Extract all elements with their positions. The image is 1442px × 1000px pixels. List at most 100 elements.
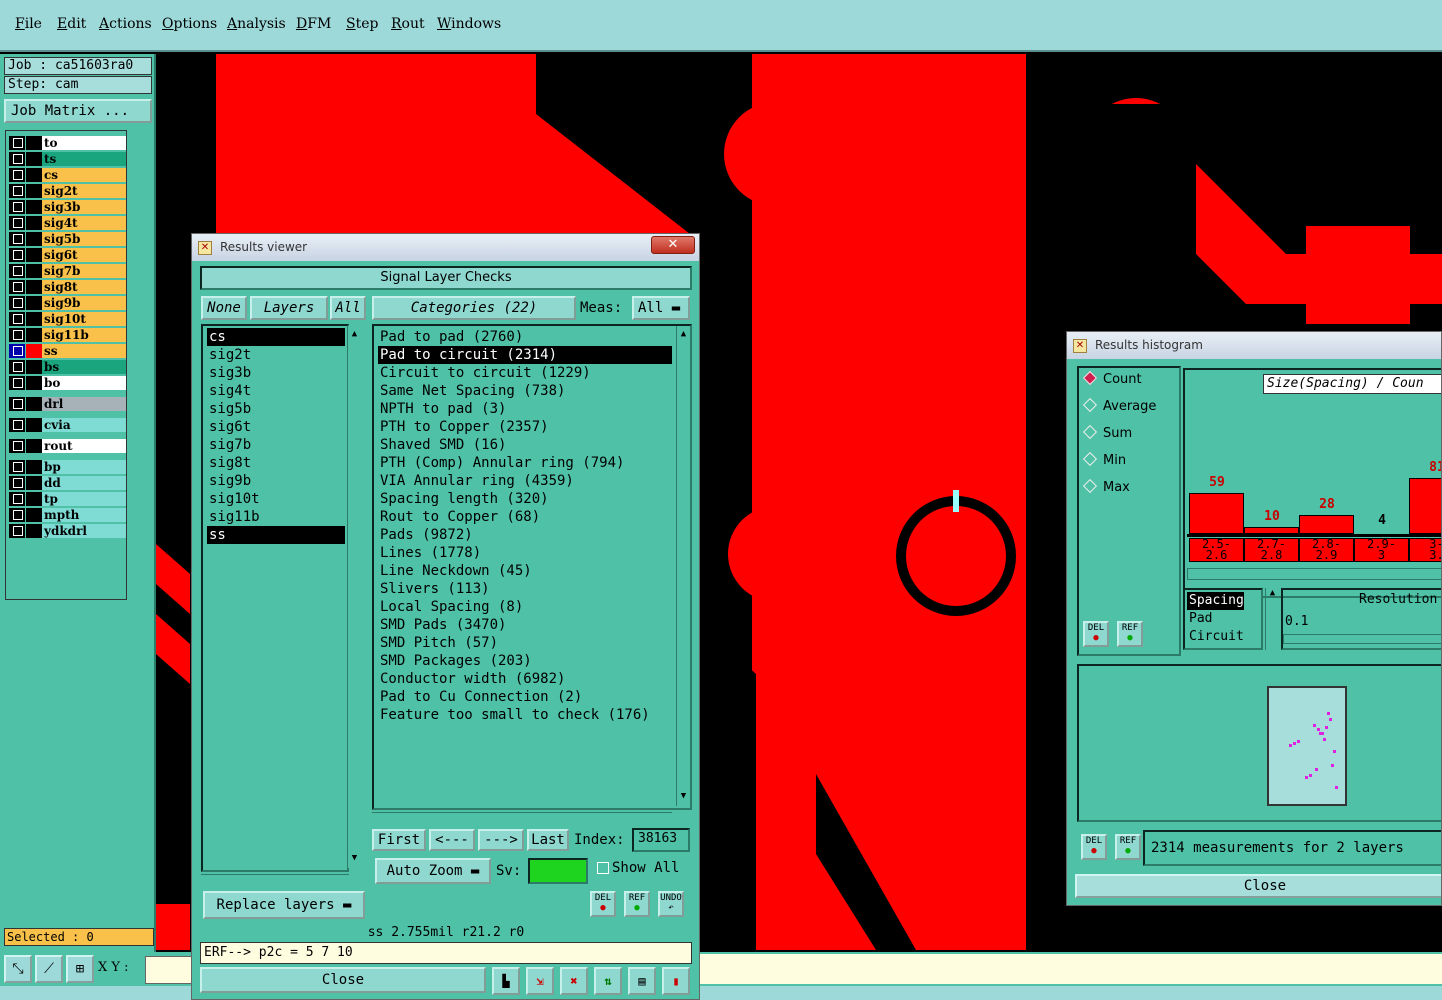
index-input[interactable]: 38163 <box>632 828 690 852</box>
category-item[interactable]: PTH (Comp) Annular ring (794) <box>378 454 624 472</box>
category-item[interactable]: Slivers (113) <box>378 580 490 598</box>
replace-layers-dropdown[interactable]: Replace layers ▬ <box>203 891 365 919</box>
mode-min[interactable]: Min <box>1082 451 1126 468</box>
rv-layer-item[interactable]: sig4t <box>207 382 345 400</box>
measure-circuit[interactable]: Circuit <box>1187 628 1244 646</box>
menu-options[interactable]: Options <box>162 16 217 32</box>
layer-row-bo[interactable]: bo <box>9 376 126 390</box>
layers-list[interactable]: ss sig11b sig10t sig9b sig8t sig7b sig6t sig5b s… <box>201 324 361 872</box>
del-icon[interactable]: DEL ● <box>590 891 616 917</box>
layer-row-sig7b[interactable]: sig7b <box>9 264 126 278</box>
category-item[interactable]: Shaved SMD (16) <box>378 436 506 454</box>
layer-checkbox[interactable] <box>9 248 25 262</box>
histogram-bar[interactable] <box>1244 527 1299 534</box>
first-button[interactable]: First <box>372 829 426 851</box>
ref-icon[interactable]: REF ● <box>1115 834 1141 860</box>
del-icon[interactable]: DEL ● <box>1083 621 1109 647</box>
menu-windows[interactable]: Windows <box>437 16 501 32</box>
category-item[interactable]: Same Net Spacing (738) <box>378 382 565 400</box>
rv-layer-item[interactable]: sig11b <box>207 508 345 526</box>
close-button[interactable]: Close <box>200 967 486 993</box>
layer-row-mpth[interactable]: mpth <box>9 508 126 522</box>
rv-layer-item[interactable]: sig2t <box>207 346 345 364</box>
board-icon[interactable]: ▙ <box>492 967 520 995</box>
scroll-up-icon[interactable]: ▲ <box>678 328 689 340</box>
rv-layer-item[interactable]: sig10t <box>207 490 345 508</box>
layer-checkbox[interactable] <box>9 476 25 490</box>
category-item[interactable]: SMD Pitch (57) <box>378 634 498 652</box>
layer-checkbox[interactable] <box>9 508 25 522</box>
results-viewer-titlebar[interactable]: ✕ Results viewer ✕ <box>192 234 699 261</box>
resolution-slider[interactable] <box>1283 634 1441 644</box>
rv-layer-item[interactable]: sig9b <box>207 472 345 490</box>
auto-zoom-dropdown[interactable]: Auto Zoom ▬ <box>375 858 491 884</box>
layer-checkbox[interactable] <box>9 344 25 358</box>
layer-checkbox[interactable] <box>9 418 25 432</box>
layer-checkbox[interactable] <box>9 216 25 230</box>
category-item[interactable]: Pads (9872) <box>378 526 473 544</box>
mode-count[interactable]: Count <box>1082 370 1142 387</box>
last-button[interactable]: Last <box>527 829 569 851</box>
layer-checkbox[interactable] <box>9 524 25 538</box>
ref-icon[interactable]: REF ● <box>1117 621 1143 647</box>
layer-row-sig9b[interactable]: sig9b <box>9 296 126 310</box>
export-icon[interactable]: ⇲ <box>526 967 554 995</box>
layer-row-ydkdrl[interactable]: ydkdrl <box>9 524 126 538</box>
category-item[interactable]: Spacing length (320) <box>378 490 549 508</box>
layer-checkbox[interactable] <box>9 168 25 182</box>
layer-checkbox[interactable] <box>9 312 25 326</box>
mode-average[interactable]: Average <box>1082 397 1156 414</box>
meas-dropdown[interactable]: All ▬ <box>632 296 690 320</box>
category-item[interactable]: Line Neckdown (45) <box>378 562 532 580</box>
categories-vscroll[interactable]: ▲ ▼ <box>676 326 690 806</box>
rv-layer-item[interactable]: sig5b <box>207 400 345 418</box>
layer-row-cvia[interactable]: cvia <box>9 418 126 432</box>
menu-step[interactable]: Step <box>346 16 378 32</box>
category-item[interactable]: Pad to pad (2760) <box>378 328 523 346</box>
layer-checkbox[interactable] <box>9 439 25 453</box>
layers-hscroll[interactable] <box>201 874 349 886</box>
layer-row-sig10t[interactable]: sig10t <box>9 312 126 326</box>
histogram-bar[interactable] <box>1189 493 1244 534</box>
layer-row-bp[interactable]: bp <box>9 460 126 474</box>
layer-checkbox[interactable] <box>9 397 25 411</box>
filter-off-icon[interactable]: ✖ <box>560 967 588 995</box>
layer-checkbox[interactable] <box>9 460 25 474</box>
category-item[interactable]: Pad to circuit (2314) <box>378 346 672 364</box>
xy-input[interactable] <box>145 956 195 984</box>
layer-row-sig6t[interactable]: sig6t <box>9 248 126 262</box>
sort-icon[interactable]: ⇅ <box>594 967 622 995</box>
category-item[interactable]: NPTH to pad (3) <box>378 400 506 418</box>
report-icon[interactable]: ▤ <box>628 967 656 995</box>
layer-row-ts[interactable]: ts <box>9 152 126 166</box>
layer-checkbox[interactable] <box>9 232 25 246</box>
layer-row-sig4t[interactable]: sig4t <box>9 216 126 230</box>
layer-checkbox[interactable] <box>9 328 25 342</box>
layers-vscroll[interactable]: ▲ ▼ <box>347 326 361 868</box>
measure-spacing[interactable]: Spacing <box>1187 592 1244 610</box>
scroll-up-icon[interactable]: ▲ <box>349 328 360 340</box>
categories-button[interactable]: Categories (22) <box>372 296 576 320</box>
rv-layer-item[interactable]: sig6t <box>207 418 345 436</box>
layer-checkbox[interactable] <box>9 152 25 166</box>
rv-layer-item[interactable]: sig7b <box>207 436 345 454</box>
layer-checkbox[interactable] <box>9 264 25 278</box>
category-item[interactable]: SMD Pads (3470) <box>378 616 506 634</box>
categories-list[interactable]: Feature too small to check (176) Pad to C… <box>372 324 692 810</box>
undo-icon[interactable]: UNDO ↶ <box>658 891 684 917</box>
mode-sum[interactable]: Sum <box>1082 424 1132 441</box>
category-item[interactable]: Circuit to circuit (1229) <box>378 364 591 382</box>
layer-row-rout[interactable]: rout <box>9 439 126 453</box>
menu-rout[interactable]: Rout <box>391 16 425 32</box>
rv-layer-item[interactable]: sig3b <box>207 364 345 382</box>
categories-hscroll[interactable] <box>372 812 672 824</box>
category-item[interactable]: Conductor width (6982) <box>378 670 565 688</box>
layer-row-sig5b[interactable]: sig5b <box>9 232 126 246</box>
category-item[interactable]: Rout to Copper (68) <box>378 508 540 526</box>
layer-row-sig11b[interactable]: sig11b <box>9 328 126 342</box>
layer-row-ss[interactable]: ss <box>9 344 126 358</box>
menu-analysis[interactable]: Analysis <box>227 16 286 32</box>
sv-color-dropdown[interactable] <box>528 858 588 884</box>
scroll-down-icon[interactable]: ▼ <box>678 790 689 802</box>
next-button[interactable]: ---> <box>478 829 524 851</box>
